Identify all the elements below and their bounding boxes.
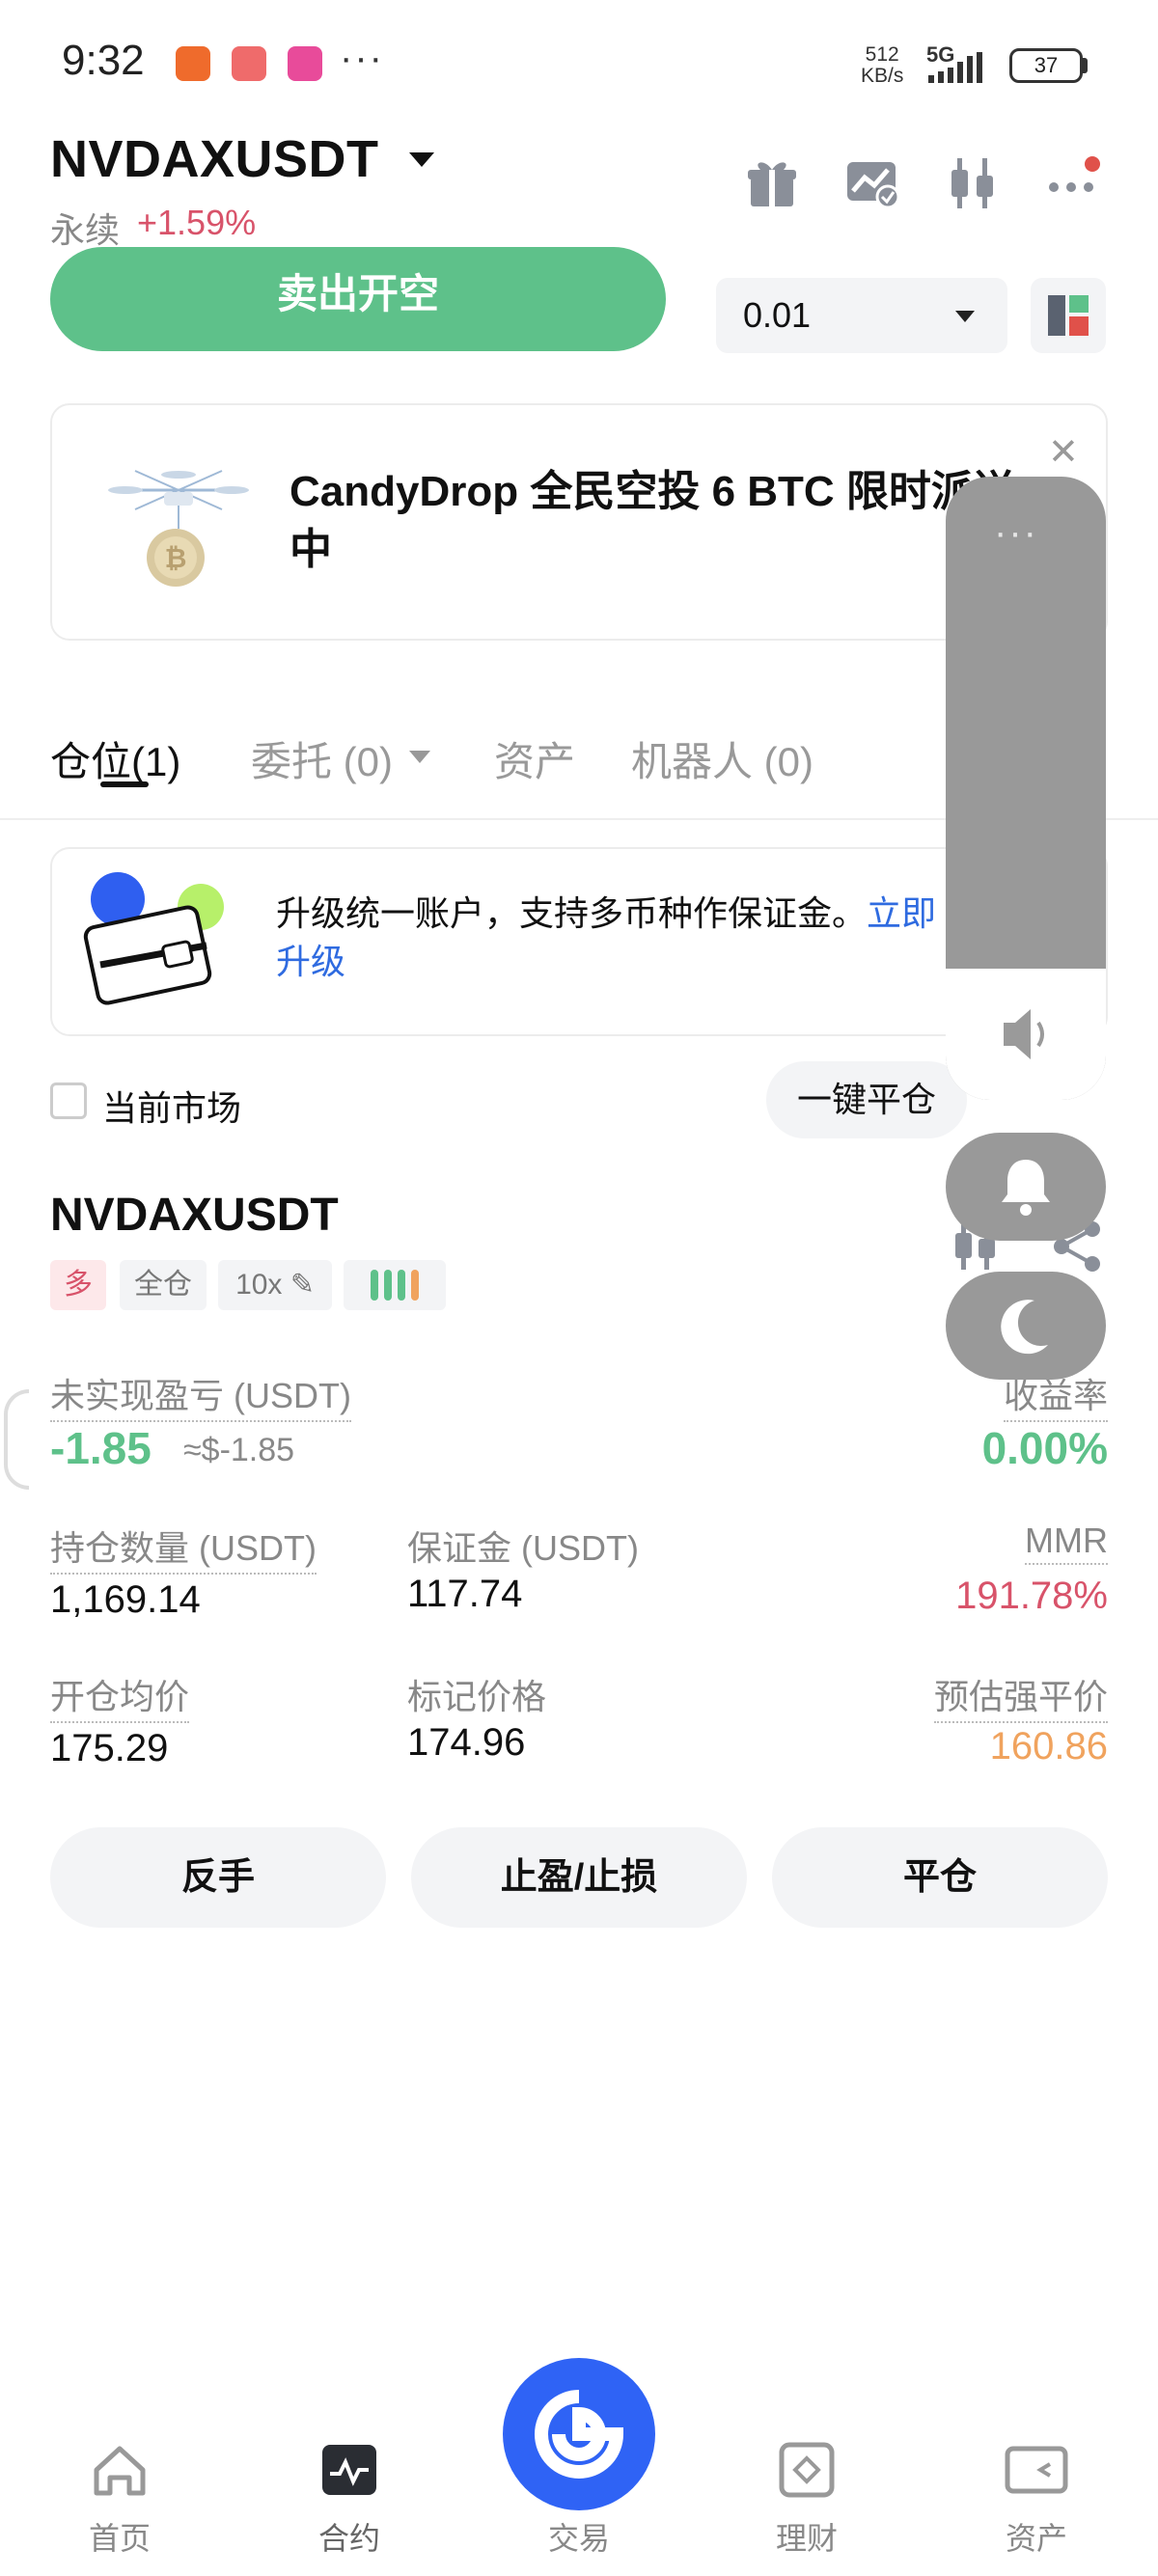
nav-earn[interactable]: [730, 2441, 884, 2504]
price-change: +1.59%: [137, 203, 257, 242]
sound-button[interactable]: [946, 969, 1106, 1100]
chart-check-icon[interactable]: [843, 154, 901, 212]
position-size-label[interactable]: 持仓数量 (USDT): [50, 1521, 317, 1575]
svg-text:₿: ₿: [165, 542, 187, 574]
battery-tip: [1083, 58, 1088, 73]
net-speed: 512 KB/s: [861, 44, 903, 87]
risk-level-indicator: [344, 1260, 446, 1310]
reverse-button[interactable]: 反手: [50, 1827, 386, 1928]
nav-futures[interactable]: [272, 2441, 427, 2504]
tab-bots[interactable]: 机器人 (0): [631, 729, 813, 788]
unrealized-pnl-usd: ≈$-1.85: [183, 1432, 295, 1468]
contract-type: 永续: [50, 210, 121, 250]
upgrade-text: 升级统一账户，支持多币种作保证金。立即升级: [276, 890, 971, 986]
speaker-icon: [1004, 1009, 1044, 1059]
net-speed-unit: KB/s: [861, 65, 904, 87]
tpsl-button[interactable]: 止盈/止损: [411, 1827, 747, 1928]
nav-home[interactable]: [42, 2441, 197, 2504]
nav-home-label[interactable]: 首页: [42, 2514, 197, 2559]
wallet-icon: [1005, 2446, 1068, 2494]
alert-button[interactable]: [946, 1133, 1106, 1241]
app-notification-icon: [176, 46, 210, 81]
candlestick-icon[interactable]: [944, 154, 1002, 212]
net-speed-value: 512: [865, 43, 899, 66]
position-size-value: 1,169.14: [50, 1578, 201, 1621]
unrealized-pnl-label[interactable]: 未实现盈亏 (USDT): [50, 1368, 351, 1422]
mark-price-label: 标记价格: [407, 1677, 547, 1716]
trade-icon: [535, 2390, 624, 2479]
wallet-illustration: [83, 872, 224, 1005]
current-market-label[interactable]: 当前市场: [102, 1081, 241, 1131]
banner-text[interactable]: CandyDrop 全民空投 6 BTC 限时派送中: [290, 463, 1033, 579]
nav-trade[interactable]: [503, 2358, 655, 2510]
close-all-button[interactable]: 一键平仓: [766, 1061, 967, 1138]
close-position-button[interactable]: 平仓: [772, 1827, 1108, 1928]
position-symbol[interactable]: NVDAXUSDT: [50, 1189, 339, 1242]
liquidation-price-value: 160.86: [989, 1725, 1108, 1768]
risk-bar: [398, 1270, 405, 1301]
leverage-value: 10x: [235, 1269, 283, 1301]
edit-icon: ✎: [290, 1269, 315, 1301]
tab-positions[interactable]: 仓位(1): [50, 729, 180, 788]
nav-earn-label[interactable]: 理财: [730, 2514, 884, 2559]
caret-down-icon[interactable]: [409, 152, 434, 167]
unrealized-pnl-value: -1.85: [50, 1423, 152, 1473]
risk-bar: [411, 1270, 419, 1301]
edge-handle[interactable]: [4, 1389, 29, 1490]
roe-value: 0.00%: [981, 1423, 1108, 1473]
earn-icon: [779, 2442, 835, 2498]
leverage-badge[interactable]: 10x ✎: [218, 1260, 332, 1310]
battery-icon: 37: [1009, 48, 1083, 83]
symbol-selector[interactable]: NVDAXUSDT: [50, 129, 379, 189]
margin-label: 保证金 (USDT): [407, 1528, 639, 1568]
bell-icon: [1002, 1160, 1050, 1216]
tab-positions-count: (1): [131, 739, 181, 784]
moon-icon: [1001, 1300, 1048, 1355]
gift-icon[interactable]: [743, 154, 801, 212]
sell-short-button[interactable]: 卖出开空: [50, 247, 666, 351]
risk-bar: [371, 1270, 378, 1301]
margin-mode-badge: 全仓: [120, 1260, 207, 1310]
liquidation-price-label[interactable]: 预估强平价: [933, 1669, 1108, 1723]
tab-assets[interactable]: 资产: [494, 729, 575, 788]
close-icon[interactable]: ✕: [1048, 430, 1079, 474]
layout-toggle-button[interactable]: [1031, 278, 1106, 353]
app-notification-icon: [232, 46, 266, 81]
caret-down-icon[interactable]: [409, 751, 430, 763]
margin-value[interactable]: 117.74: [407, 1573, 522, 1616]
nav-assets[interactable]: [959, 2441, 1114, 2504]
status-more-icon: ···: [340, 37, 384, 79]
tab-active-indicator: [100, 781, 149, 787]
tab-positions-label: 仓位: [50, 739, 132, 784]
side-badge: 多: [50, 1260, 106, 1310]
status-time: 9:32: [62, 37, 145, 84]
risk-bar: [384, 1270, 392, 1301]
entry-price-value: 175.29: [50, 1727, 169, 1769]
dark-mode-button[interactable]: [946, 1272, 1106, 1380]
drone-btc-illustration: ₿: [108, 470, 249, 587]
home-icon: [94, 2446, 146, 2496]
caret-down-icon[interactable]: [955, 311, 975, 322]
entry-price-label[interactable]: 开仓均价: [50, 1669, 190, 1723]
mmr-value: 191.78%: [955, 1575, 1108, 1617]
nav-trade-label[interactable]: 交易: [502, 2514, 656, 2559]
upgrade-description: 升级统一账户，支持多币种作保证金。: [276, 893, 868, 933]
mmr-label[interactable]: MMR: [1025, 1521, 1108, 1565]
layout-icon: [1048, 295, 1089, 336]
more-icon[interactable]: [1044, 154, 1102, 212]
futures-icon: [322, 2445, 376, 2495]
signal-icon: [928, 52, 996, 83]
current-market-checkbox[interactable]: [50, 1082, 87, 1119]
app-notification-icon: [288, 46, 322, 81]
nav-assets-label[interactable]: 资产: [959, 2514, 1114, 2559]
more-icon[interactable]: ···: [994, 511, 1038, 555]
nav-futures-label[interactable]: 合约: [272, 2514, 427, 2559]
tab-orders[interactable]: 委托 (0): [251, 729, 393, 788]
mark-price-value: 174.96: [407, 1721, 526, 1764]
